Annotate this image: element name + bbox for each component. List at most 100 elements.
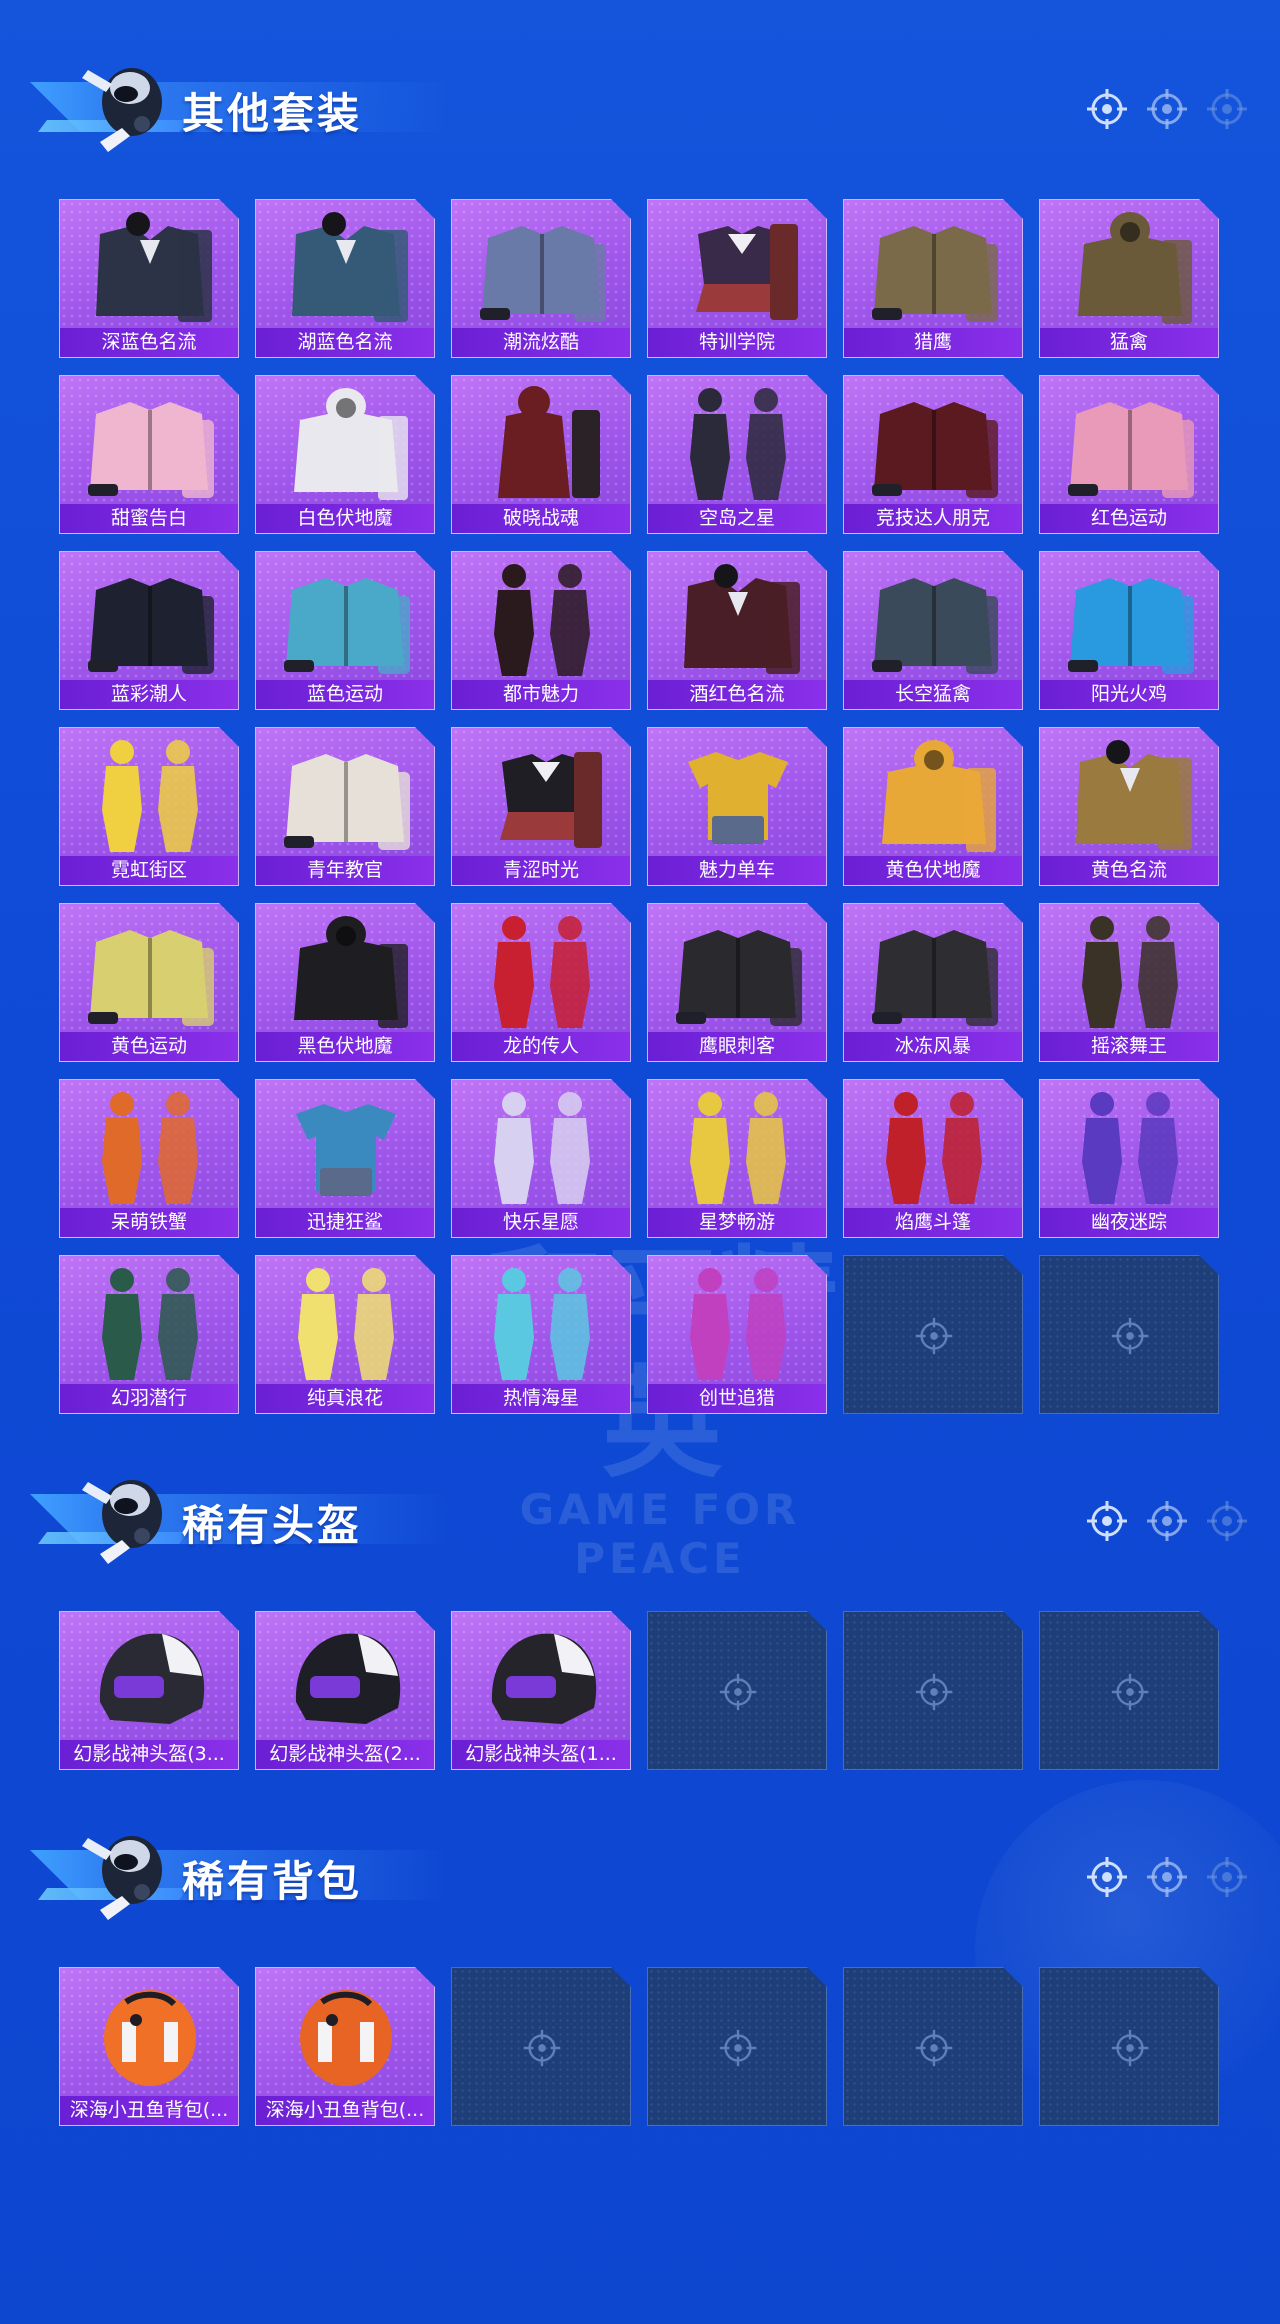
figure-icon (494, 564, 590, 676)
crosshair-icon (1147, 1501, 1187, 1541)
uniform-icon (500, 752, 602, 848)
crosshair-icon (915, 1317, 953, 1355)
item-card[interactable]: 红色运动 (1039, 375, 1219, 534)
item-name: 酒红色名流 (648, 680, 826, 709)
item-card[interactable]: 空岛之星 (647, 375, 827, 534)
item-card[interactable]: 潮流炫酷 (451, 199, 631, 358)
item-name: 摇滚舞王 (1040, 1032, 1218, 1061)
figure-icon (102, 1092, 198, 1204)
crosshair-icon (915, 2029, 953, 2067)
item-card[interactable]: 呆萌铁蟹 (59, 1079, 239, 1238)
item-card[interactable]: 酒红色名流 (647, 551, 827, 710)
item-card[interactable]: 幻羽潜行 (59, 1255, 239, 1414)
crosshair-icon (915, 1673, 953, 1711)
item-card[interactable]: 竞技达人朋克 (843, 375, 1023, 534)
item-card[interactable]: 蓝色运动 (255, 551, 435, 710)
item-card[interactable]: 创世追猎 (647, 1255, 827, 1414)
empty-slot (1039, 1611, 1219, 1770)
section-title: 稀有头盔 (182, 1501, 363, 1550)
item-card[interactable]: 湖蓝色名流 (255, 199, 435, 358)
item-card[interactable]: 幽夜迷踪 (1039, 1079, 1219, 1238)
item-name: 都市魅力 (452, 680, 630, 709)
item-name: 蓝彩潮人 (60, 680, 238, 709)
item-card[interactable]: 猎鹰 (843, 199, 1023, 358)
item-card[interactable]: 热情海星 (451, 1255, 631, 1414)
item-name: 迅捷狂鲨 (256, 1208, 434, 1237)
empty-slot (1039, 1255, 1219, 1414)
item-card[interactable]: 纯真浪花 (255, 1255, 435, 1414)
item-name: 热情海星 (452, 1384, 630, 1413)
mascot-icon (82, 1480, 162, 1564)
hoodie-icon (294, 916, 408, 1028)
item-card[interactable]: 幻影战神头盔(3... (59, 1611, 239, 1770)
item-card[interactable]: 黄色运动 (59, 903, 239, 1062)
item-card[interactable]: 深蓝色名流 (59, 199, 239, 358)
item-card[interactable]: 幻影战神头盔(1... (451, 1611, 631, 1770)
figure-icon (690, 388, 786, 500)
item-card[interactable]: 迅捷狂鲨 (255, 1079, 435, 1238)
mascot-icon (82, 68, 162, 152)
shirt-icon (296, 1104, 396, 1196)
item-card[interactable]: 黄色名流 (1039, 727, 1219, 886)
suit-icon (96, 212, 212, 322)
item-card[interactable]: 都市魅力 (451, 551, 631, 710)
item-card[interactable]: 特训学院 (647, 199, 827, 358)
item-card[interactable]: 甜蜜告白 (59, 375, 239, 534)
item-name: 破晓战魂 (452, 504, 630, 533)
item-name: 红色运动 (1040, 504, 1218, 533)
target-indicators (1084, 1854, 1254, 1904)
item-name: 猎鹰 (844, 328, 1022, 357)
crosshair-icon (523, 2029, 561, 2067)
item-card[interactable]: 猛禽 (1039, 199, 1219, 358)
item-card[interactable]: 焰鹰斗篷 (843, 1079, 1023, 1238)
item-name: 湖蓝色名流 (256, 328, 434, 357)
jacket-icon (284, 754, 410, 850)
jacket-icon (1068, 402, 1194, 498)
item-card[interactable]: 星梦畅游 (647, 1079, 827, 1238)
item-card[interactable]: 长空猛禽 (843, 551, 1023, 710)
empty-slot (843, 1611, 1023, 1770)
item-name: 冰冻风暴 (844, 1032, 1022, 1061)
item-card[interactable]: 蓝彩潮人 (59, 551, 239, 710)
crosshair-icon (1111, 2029, 1149, 2067)
crosshair-icon (1147, 1857, 1187, 1897)
item-card[interactable]: 快乐星愿 (451, 1079, 631, 1238)
item-card[interactable]: 魅力单车 (647, 727, 827, 886)
item-name: 蓝色运动 (256, 680, 434, 709)
section-title: 稀有背包 (182, 1857, 363, 1906)
item-name: 幻影战神头盔(1... (452, 1740, 630, 1769)
item-card[interactable]: 霓虹街区 (59, 727, 239, 886)
item-name: 深蓝色名流 (60, 328, 238, 357)
item-name: 幽夜迷踪 (1040, 1208, 1218, 1237)
item-card[interactable]: 龙的传人 (451, 903, 631, 1062)
hoodie-icon (882, 740, 996, 852)
item-name: 阳光火鸡 (1040, 680, 1218, 709)
item-card[interactable]: 摇滚舞王 (1039, 903, 1219, 1062)
item-name: 潮流炫酷 (452, 328, 630, 357)
item-name: 猛禽 (1040, 328, 1218, 357)
empty-slot (843, 1255, 1023, 1414)
item-card[interactable]: 青涩时光 (451, 727, 631, 886)
item-card[interactable]: 阳光火鸡 (1039, 551, 1219, 710)
item-name: 幻影战神头盔(2... (256, 1740, 434, 1769)
item-name: 幻影战神头盔(3... (60, 1740, 238, 1769)
jacket-icon (872, 402, 998, 498)
jacket-icon (284, 578, 410, 674)
item-card[interactable]: 深海小丑鱼背包(... (59, 1967, 239, 2126)
item-card[interactable]: 破晓战魂 (451, 375, 631, 534)
item-name: 幻羽潜行 (60, 1384, 238, 1413)
item-card[interactable]: 黄色伏地魔 (843, 727, 1023, 886)
item-card[interactable]: 冰冻风暴 (843, 903, 1023, 1062)
crosshair-icon (1087, 89, 1127, 129)
mascot-icon (82, 1836, 162, 1920)
item-card[interactable]: 鹰眼刺客 (647, 903, 827, 1062)
item-card[interactable]: 黑色伏地魔 (255, 903, 435, 1062)
item-card[interactable]: 白色伏地魔 (255, 375, 435, 534)
item-card[interactable]: 幻影战神头盔(2... (255, 1611, 435, 1770)
item-name: 纯真浪花 (256, 1384, 434, 1413)
item-card[interactable]: 青年教官 (255, 727, 435, 886)
jacket-icon (1068, 578, 1194, 674)
hoodie-icon (1078, 212, 1192, 324)
item-card[interactable]: 深海小丑鱼背包(... (255, 1967, 435, 2126)
figure-icon (298, 1268, 394, 1380)
